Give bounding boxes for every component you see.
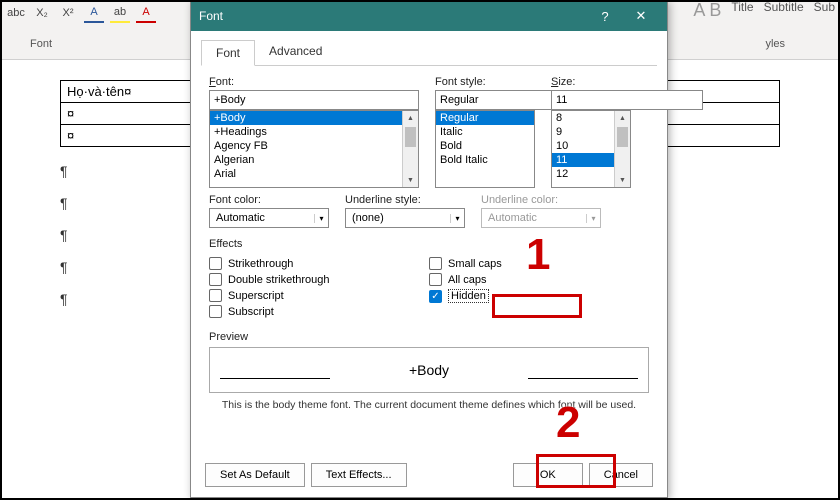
underline-style-dropdown[interactable]: (none)▾ xyxy=(345,208,465,228)
ribbon-font-tools: abc X₂ X² A ab A xyxy=(0,0,162,25)
tab-font[interactable]: Font xyxy=(201,40,255,66)
hidden-checkbox[interactable]: ✓Hidden xyxy=(429,289,649,303)
scroll-thumb[interactable] xyxy=(617,127,628,147)
check-icon: ✓ xyxy=(429,290,442,303)
list-item[interactable]: +Headings xyxy=(210,125,418,139)
font-combo[interactable] xyxy=(209,90,419,110)
dialog-title: Font xyxy=(199,9,587,23)
scrollbar[interactable]: ▲▼ xyxy=(402,111,418,187)
list-item[interactable]: Algerian xyxy=(210,153,418,167)
tab-advanced[interactable]: Advanced xyxy=(255,39,336,65)
cancel-button[interactable]: Cancel xyxy=(589,463,653,487)
effects-label: Effects xyxy=(209,238,649,250)
superscript-icon[interactable]: X² xyxy=(58,3,78,23)
ucolor-label: Underline color: xyxy=(481,194,601,206)
list-item[interactable]: Agency FB xyxy=(210,139,418,153)
scroll-down-icon[interactable]: ▼ xyxy=(403,173,418,187)
close-button[interactable]: ✕ xyxy=(623,8,659,24)
chevron-down-icon: ▾ xyxy=(586,214,600,223)
font-label: Font: xyxy=(209,76,419,88)
style-sub[interactable]: Sub xyxy=(814,0,835,21)
list-item[interactable]: +Body xyxy=(210,111,418,125)
style-title[interactable]: Title xyxy=(731,0,753,21)
style-label: Font style: xyxy=(435,76,535,88)
ok-button[interactable]: OK xyxy=(513,463,583,487)
underline-color-dropdown: Automatic▾ xyxy=(481,208,601,228)
font-listbox[interactable]: +Body +Headings Agency FB Algerian Arial… xyxy=(209,110,419,188)
scrollbar[interactable]: ▲▼ xyxy=(614,111,630,187)
font-input[interactable] xyxy=(209,90,419,110)
ustyle-label: Underline style: xyxy=(345,194,465,206)
preview-box: +Body xyxy=(209,347,649,393)
size-label: Size: xyxy=(551,76,631,88)
callout-number-2: 2 xyxy=(556,398,580,448)
style-gallery[interactable]: A B Title Subtitle Sub xyxy=(693,0,835,21)
callout-number-1: 1 xyxy=(526,230,550,280)
scroll-down-icon[interactable]: ▼ xyxy=(615,173,630,187)
ribbon-group-font-label: Font xyxy=(30,38,52,50)
subscript-checkbox[interactable]: Subscript xyxy=(209,305,429,318)
style-combo[interactable] xyxy=(435,90,535,110)
scroll-up-icon[interactable]: ▲ xyxy=(615,111,630,125)
size-listbox[interactable]: 8 9 10 11 12 ▲▼ xyxy=(551,110,631,188)
color-label: Font color: xyxy=(209,194,329,206)
help-button[interactable]: ? xyxy=(587,9,623,24)
dialog-titlebar[interactable]: Font ? ✕ xyxy=(191,1,667,31)
font-color-dropdown[interactable]: Automatic▾ xyxy=(209,208,329,228)
font-color-icon[interactable]: A xyxy=(136,3,156,23)
double-strikethrough-checkbox[interactable]: Double strikethrough xyxy=(209,273,429,286)
style-preview: A B xyxy=(693,0,721,21)
highlight-icon[interactable]: ab xyxy=(110,3,130,23)
subscript-icon[interactable]: X₂ xyxy=(32,3,52,23)
preview-label: Preview xyxy=(209,331,649,343)
style-subtitle[interactable]: Subtitle xyxy=(764,0,804,21)
strikethrough-icon[interactable]: abc xyxy=(6,3,26,23)
set-default-button[interactable]: Set As Default xyxy=(205,463,305,487)
list-item[interactable]: Regular xyxy=(436,111,534,125)
scroll-up-icon[interactable]: ▲ xyxy=(403,111,418,125)
size-combo[interactable] xyxy=(551,90,631,110)
text-effects-button[interactable]: Text Effects... xyxy=(311,463,407,487)
list-item[interactable]: Italic xyxy=(436,125,534,139)
font-dialog: Font ? ✕ Font Advanced Font: +Body +Head… xyxy=(190,0,668,498)
strikethrough-checkbox[interactable]: Strikethrough xyxy=(209,257,429,270)
dialog-tabs: Font Advanced xyxy=(201,39,657,66)
text-effects-icon[interactable]: A xyxy=(84,3,104,23)
style-listbox[interactable]: Regular Italic Bold Bold Italic xyxy=(435,110,535,188)
chevron-down-icon: ▾ xyxy=(450,214,464,223)
size-input[interactable] xyxy=(551,90,703,110)
preview-text: +Body xyxy=(409,362,449,378)
list-item[interactable]: Arial xyxy=(210,167,418,181)
preview-note: This is the body theme font. The current… xyxy=(209,399,649,411)
ribbon-group-styles-label: yles xyxy=(765,38,785,50)
list-item[interactable]: Bold xyxy=(436,139,534,153)
list-item[interactable]: Bold Italic xyxy=(436,153,534,167)
scroll-thumb[interactable] xyxy=(405,127,416,147)
chevron-down-icon: ▾ xyxy=(314,214,328,223)
superscript-checkbox[interactable]: Superscript xyxy=(209,289,429,302)
